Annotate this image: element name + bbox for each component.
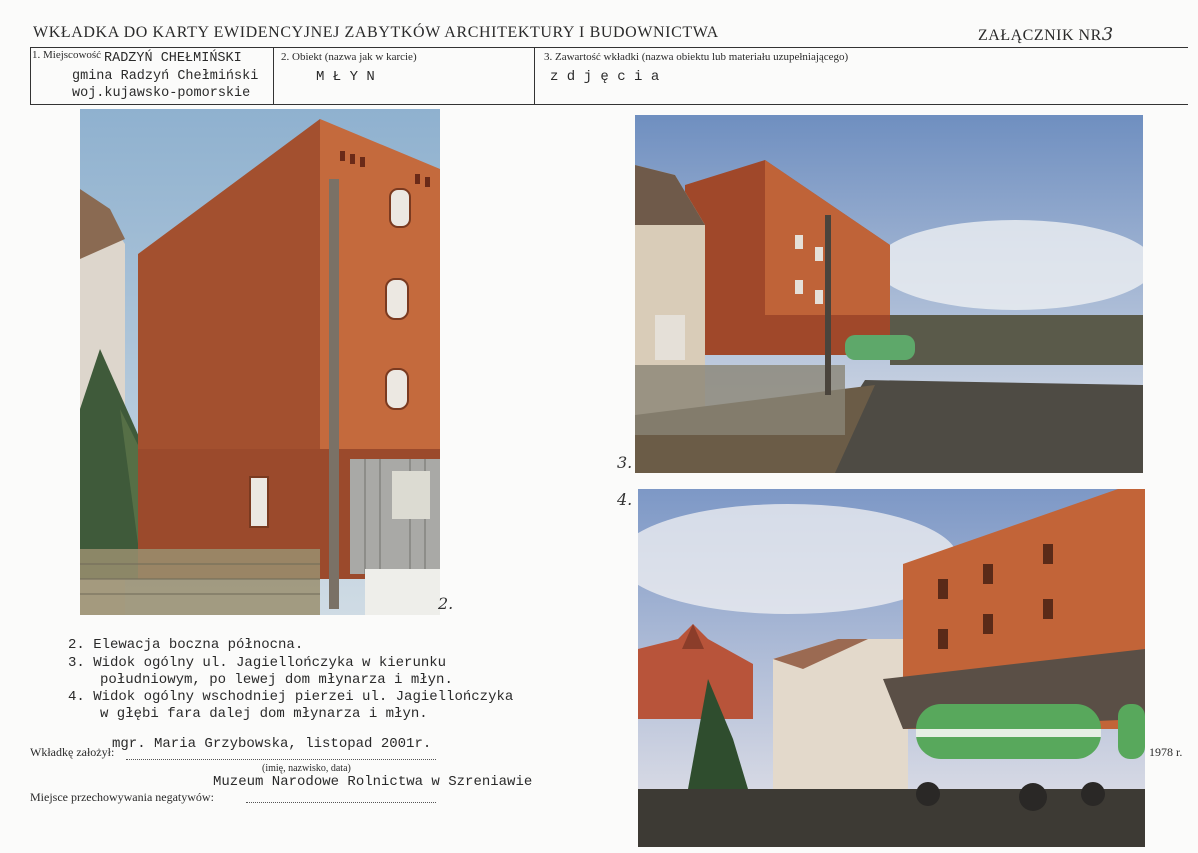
- caption-3-line2: południowym, po lewej dom młynarza i mły…: [100, 672, 453, 688]
- object-label: 2. Obiekt (nazwa jak w karcie): [281, 51, 417, 63]
- caption-3-line1: 3. Widok ogólny ul. Jagiellończyka w kie…: [68, 655, 447, 671]
- attachment-number: 3: [1101, 24, 1114, 45]
- locality-value: RADZYŃ CHEŁMIŃSKI: [104, 51, 242, 66]
- author-hint: (imię, nazwisko, data): [262, 763, 351, 774]
- storage-line: [246, 802, 436, 803]
- photo-year: 1978 r.: [1149, 745, 1183, 759]
- object-value: M Ł Y N: [316, 69, 375, 85]
- author-line: [126, 759, 436, 760]
- field-divider-3: [534, 47, 535, 104]
- header-rule-top: [30, 47, 1188, 48]
- photo-3-street-view: [635, 115, 1143, 473]
- field-divider-1: [30, 47, 31, 104]
- locality-voivodeship: woj.kujawsko-pomorskie: [72, 86, 251, 101]
- locality-label: 1. Miejscowość: [32, 49, 102, 61]
- attachment-label: ZAŁĄCZNIK NR3: [978, 24, 1114, 45]
- caption-4-line1: 4. Widok ogólny wschodniej pierzei ul. J…: [68, 689, 514, 705]
- field-divider-2: [273, 47, 274, 104]
- attachment-label-text: ZAŁĄCZNIK NR: [978, 27, 1102, 44]
- document-title: WKŁADKA DO KARTY EWIDENCYJNEJ ZABYTKÓW A…: [33, 24, 719, 41]
- storage-value: Muzeum Narodowe Rolnictwa w Szreniawie: [213, 774, 533, 790]
- header-rule-bottom: [30, 104, 1188, 105]
- photo-2-north-elevation: [80, 109, 440, 615]
- content-label: 3. Zawartość wkładki (nazwa obiektu lub …: [544, 51, 849, 63]
- photo-2-number: 2.: [438, 594, 454, 613]
- author-value: mgr. Maria Grzybowska, listopad 2001r.: [112, 736, 432, 752]
- storage-label: Miejsce przechowywania negatywów:: [30, 790, 214, 804]
- author-label: Wkładkę założył:: [30, 745, 115, 759]
- caption-2: 2. Elewacja boczna północna.: [68, 637, 304, 653]
- photo-3-number: 3.: [617, 453, 633, 472]
- content-value: z d j ę c i a: [550, 69, 660, 85]
- photo-4-number: 4.: [617, 490, 633, 509]
- photo-4-eastern-frontage: [638, 489, 1145, 847]
- locality-gmina: gmina Radzyń Chełmiński: [72, 69, 259, 84]
- caption-4-line2: w głębi fara dalej dom młynarza i młyn.: [100, 706, 428, 722]
